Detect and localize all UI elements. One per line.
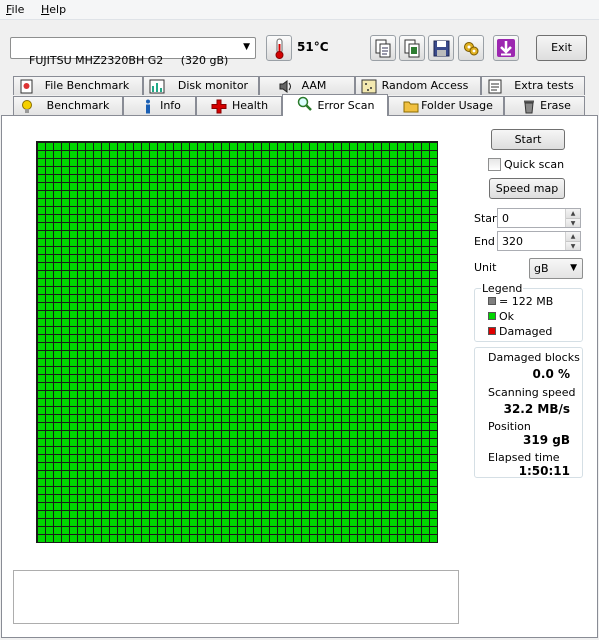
menu-file[interactable]: File: [6, 3, 24, 16]
spin-up-icon[interactable]: ▲: [566, 232, 580, 241]
legend-damaged-label: Damaged: [499, 325, 553, 338]
start-scan-button[interactable]: Start: [491, 129, 565, 150]
unit-select-value: gB: [534, 262, 549, 275]
start-spinner[interactable]: ▲ ▼: [565, 209, 580, 227]
scanning-speed-value: 32.2 MB/s: [503, 402, 570, 416]
tab-error-scan[interactable]: Error Scan: [282, 94, 388, 116]
chevron-down-icon: ▼: [570, 263, 577, 273]
scan-block-map: [36, 141, 438, 543]
start-position-value: 0: [502, 212, 509, 225]
copy-screenshot-button[interactable]: [399, 35, 425, 61]
legend-block-label: = 122 MB: [499, 295, 554, 308]
spin-down-icon[interactable]: ▼: [566, 218, 580, 227]
drive-select-value: FUJITSU MHZ2320BH G2 (320 gB): [29, 54, 229, 67]
unit-select[interactable]: gB ▼: [529, 258, 583, 279]
unit-label: Unit: [474, 261, 497, 274]
legend-ok-swatch: [488, 312, 496, 320]
exit-button[interactable]: Exit: [536, 35, 587, 61]
save-icon: [433, 40, 450, 57]
tab-erase[interactable]: Erase: [504, 96, 585, 115]
menu-help[interactable]: Help: [41, 3, 66, 16]
end-position-input[interactable]: 320 ▲ ▼: [497, 231, 581, 251]
temperature-button[interactable]: [266, 35, 292, 61]
menu-bar: File Help: [0, 0, 599, 20]
end-position-value: 320: [502, 235, 523, 248]
quick-scan-label: Quick scan: [504, 158, 565, 171]
download-arrow-icon: [497, 39, 515, 57]
position-label: Position: [488, 420, 531, 433]
tab-extra-tests[interactable]: Extra tests: [481, 76, 585, 95]
save-button[interactable]: [428, 35, 454, 61]
legend-ok-label: Ok: [499, 310, 515, 323]
tab-folder-usage[interactable]: Folder Usage: [388, 96, 504, 115]
start-position-input[interactable]: 0 ▲ ▼: [497, 208, 581, 228]
tab-health[interactable]: Health: [196, 96, 282, 115]
tab-aam[interactable]: AAM: [259, 76, 355, 95]
end-label: End: [474, 235, 495, 248]
chevron-down-icon: ▼: [243, 42, 250, 52]
copy-text-button[interactable]: [370, 35, 396, 61]
damaged-blocks-value: 0.0 %: [532, 367, 570, 381]
tab-benchmark[interactable]: Benchmark: [13, 96, 123, 115]
legend-damaged-swatch: [488, 327, 496, 335]
toolbar: FUJITSU MHZ2320BH G2 (320 gB) ▼ 51°C Exi…: [0, 20, 599, 74]
scanning-speed-label: Scanning speed: [488, 386, 576, 399]
options-icon: [464, 42, 479, 56]
options-button[interactable]: [458, 35, 484, 61]
end-spinner[interactable]: ▲ ▼: [565, 232, 580, 250]
log-output[interactable]: [13, 570, 459, 624]
legend-block-swatch: [488, 297, 496, 305]
speed-map-button[interactable]: Speed map: [489, 178, 565, 199]
elapsed-time-label: Elapsed time: [488, 451, 560, 464]
position-value: 319 gB: [523, 433, 570, 447]
spin-down-icon[interactable]: ▼: [566, 241, 580, 250]
legend-title: Legend: [481, 282, 524, 295]
elapsed-time-value: 1:50:11: [518, 464, 570, 478]
copy-screenshot-icon: [404, 39, 420, 58]
temperature-value: 51°C: [297, 40, 329, 54]
tab-file-benchmark[interactable]: File Benchmark: [13, 76, 143, 95]
stats-group: Damaged blocks 0.0 % Scanning speed 32.2…: [474, 347, 583, 478]
copy-text-icon: [375, 39, 391, 58]
drive-select[interactable]: FUJITSU MHZ2320BH G2 (320 gB) ▼: [10, 37, 256, 67]
damaged-blocks-label: Damaged blocks: [488, 351, 580, 364]
tab-random-access[interactable]: Random Access: [355, 76, 481, 95]
tab-info[interactable]: Info: [123, 96, 196, 115]
update-button[interactable]: [493, 35, 519, 61]
spin-up-icon[interactable]: ▲: [566, 209, 580, 218]
quick-scan-checkbox[interactable]: [488, 158, 501, 171]
thermometer-icon: [275, 38, 284, 59]
tab-disk-monitor[interactable]: Disk monitor: [143, 76, 259, 95]
